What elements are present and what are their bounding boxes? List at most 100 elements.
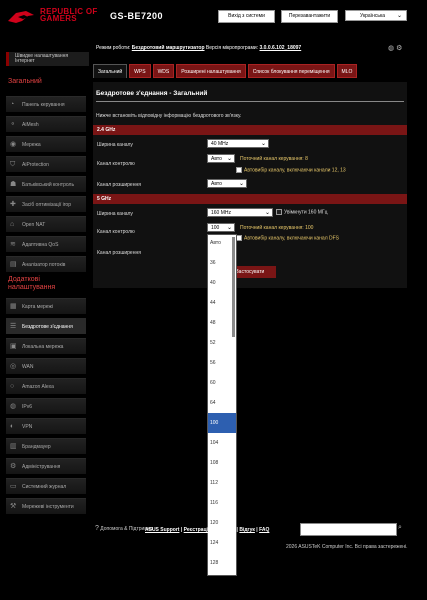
logout-button[interactable]: Вихід з системи (218, 10, 275, 23)
sidebar: Швидке налаштування Інтернет Загальний ◔… (0, 36, 89, 526)
tab-mlo[interactable]: MLO (336, 64, 358, 78)
language-select[interactable]: Українська ⌄ (345, 10, 407, 21)
general-section-title: Загальний (8, 78, 42, 85)
band24-width-select[interactable]: 40 MHz ⌄ (207, 139, 269, 148)
sidebar-item-ipv6[interactable]: ◍ IPv6 (6, 398, 86, 414)
aimesh-icon: ⚬ (10, 121, 16, 128)
dropdown-option[interactable]: 44 (208, 298, 236, 308)
dropdown-option[interactable]: 64 (208, 398, 236, 408)
enable-160-option[interactable]: Увімкнути 160 МГц (276, 209, 328, 215)
header: REPUBLIC OF GAMERS GS-BE7200 Вихід з сис… (0, 0, 427, 36)
operation-status: Режим роботи: Бездротовий маршрутизатор … (96, 45, 302, 51)
advanced-section-title: Додаткові налаштування (8, 276, 56, 291)
shield-icon: ⛉ (10, 161, 16, 168)
dropdown-option[interactable]: 52 (208, 338, 236, 348)
network-map-icon: ▦ (10, 303, 17, 310)
dashboard-icon: ◔ (10, 101, 15, 108)
page-description: Нижче встановіть відповідну інформацію б… (96, 113, 242, 119)
game-boost-icon: ✚ (10, 201, 16, 208)
sidebar-item-admin[interactable]: ⚙ Адміністрування (6, 458, 86, 474)
chevron-down-icon: ⌄ (396, 13, 402, 19)
sidebar-item-network[interactable]: ◉ Мережа (6, 136, 86, 152)
enable-160-checkbox[interactable] (276, 209, 282, 215)
dropdown-option[interactable]: 40 (208, 278, 236, 288)
dropdown-option[interactable]: 104 (208, 438, 236, 448)
sidebar-item-parental[interactable]: ☗ Батьківський контроль (6, 176, 86, 192)
dropdown-option[interactable]: 48 (208, 318, 236, 328)
band-5-header: 5 GHz (93, 194, 407, 204)
band5-control-label: Канал контролю (97, 229, 135, 235)
band5-width-label: Ширина каналу (97, 211, 133, 217)
band24-auto-select[interactable]: Автовибір каналу, включаючи канали 12, 1… (236, 167, 346, 173)
dropdown-option[interactable]: Авто (208, 238, 236, 248)
sidebar-item-open-nat[interactable]: ⌂ Open NAT (6, 216, 86, 232)
firmware-version-link[interactable]: 3.0.0.6.102_18097 (259, 45, 301, 51)
tools-icon: ⚒ (10, 503, 17, 510)
reboot-button[interactable]: Перезавантажити (281, 10, 338, 23)
sidebar-item-wireless[interactable]: ☰ Бездротове з'єднання (6, 318, 86, 334)
dropdown-option[interactable]: 108 (208, 458, 236, 468)
alexa-icon: ○ (10, 383, 15, 390)
tab-wds[interactable]: WDS (152, 64, 175, 78)
open-nat-icon: ⌂ (10, 221, 15, 228)
band5-control-select[interactable]: 100 ⌄ (207, 223, 235, 232)
sidebar-item-dashboard[interactable]: ◔ Панель керування (6, 96, 86, 112)
chevron-down-icon: ⌄ (264, 210, 270, 216)
product-registration-link[interactable]: Реєстрація продукту (184, 527, 236, 533)
sidebar-item-firewall[interactable]: ▥ Брандмауер (6, 438, 86, 454)
footer-search-input[interactable] (300, 523, 397, 536)
sidebar-item-game-boost[interactable]: ✚ Засіб оптимізації ігор (6, 196, 86, 212)
dropdown-option[interactable]: 116 (208, 498, 236, 508)
dropdown-option[interactable]: 100 (208, 413, 236, 433)
sidebar-item-aimesh[interactable]: ⚬ AiMesh (6, 116, 86, 132)
dropdown-option[interactable]: 60 (208, 378, 236, 388)
firewall-icon: ▥ (10, 443, 17, 450)
band5-ext-label: Канал розширення (97, 250, 141, 256)
sidebar-item-lan[interactable]: ▣ Локальна мережа (6, 338, 86, 354)
sidebar-item-qos[interactable]: ≋ Адаптивна QoS (6, 236, 86, 252)
ipv6-icon: ◍ (10, 403, 17, 410)
sidebar-item-alexa[interactable]: ○ Amazon Alexa (6, 378, 86, 394)
sidebar-item-system-log[interactable]: ▭ Системний журнал (6, 478, 86, 494)
globe-icon[interactable]: ◍ (388, 45, 394, 52)
asus-support-link[interactable]: ASUS Support (145, 527, 179, 533)
lan-icon: ▣ (10, 343, 17, 350)
dropdown-option[interactable]: 36 (208, 258, 236, 268)
faq-link[interactable]: FAQ (259, 527, 269, 533)
operation-mode-link[interactable]: Бездротовий маршрутизатор (132, 45, 205, 51)
dropdown-option[interactable]: 56 (208, 358, 236, 368)
band24-auto-checkbox[interactable] (236, 167, 242, 173)
dropdown-option[interactable]: 128 (208, 558, 236, 568)
band5-current-channel: Поточний канал керування: 100 (240, 225, 314, 231)
copyright: 2026 ASUSTeK Computer Inc. Всі права зас… (286, 544, 408, 550)
sidebar-item-network-tools[interactable]: ⚒ Мережеві інструменти (6, 498, 86, 514)
traffic-analyzer-icon: ▤ (10, 261, 17, 268)
band24-control-select[interactable]: Авто ⌄ (207, 154, 235, 163)
dropdown-option[interactable]: 124 (208, 538, 236, 548)
band5-dfs-option[interactable]: Автовибір каналу, включаючи канал DFS (236, 235, 339, 241)
sidebar-item-wan[interactable]: ◎ WAN (6, 358, 86, 374)
rog-logo-icon (8, 11, 34, 23)
search-icon[interactable]: ⌕ (398, 524, 402, 532)
tab-general[interactable]: Загальний (93, 64, 128, 78)
sidebar-item-network-map[interactable]: ▦ Карта мережі (6, 298, 86, 314)
tab-roaming-block[interactable]: Список блокування переміщення (247, 64, 335, 78)
page-title: Бездротове з'єднання - Загальний (96, 90, 208, 97)
feedback-link[interactable]: Відгук (239, 527, 255, 533)
tab-wps[interactable]: WPS (129, 64, 151, 78)
sidebar-item-vpn[interactable]: ◐ VPN (6, 418, 86, 434)
footer-links: ASUS Support | Реєстрація продукту | Від… (145, 527, 270, 533)
dropdown-option[interactable]: 112 (208, 478, 236, 488)
log-icon: ▭ (10, 483, 17, 490)
band-24-header: 2.4 GHz (93, 125, 407, 135)
quick-setup-button[interactable]: Швидке налаштування Інтернет (6, 52, 89, 66)
sidebar-item-traffic-analyzer[interactable]: ▤ Аналізатор потоків (6, 256, 86, 272)
band5-width-select[interactable]: 160 MHz ⌄ (207, 208, 273, 217)
band24-ext-select[interactable]: Авто ⌄ (207, 179, 247, 188)
tab-advanced[interactable]: Розширені налаштування (176, 64, 246, 78)
tab-bar: Загальний WPS WDS Розширені налаштування… (93, 64, 359, 78)
wireless-icon: ☰ (10, 323, 17, 330)
sidebar-item-aiprotection[interactable]: ⛉ AiProtection (6, 156, 86, 172)
gear-icon[interactable]: ⚙ (396, 45, 402, 52)
admin-icon: ⚙ (10, 463, 17, 470)
